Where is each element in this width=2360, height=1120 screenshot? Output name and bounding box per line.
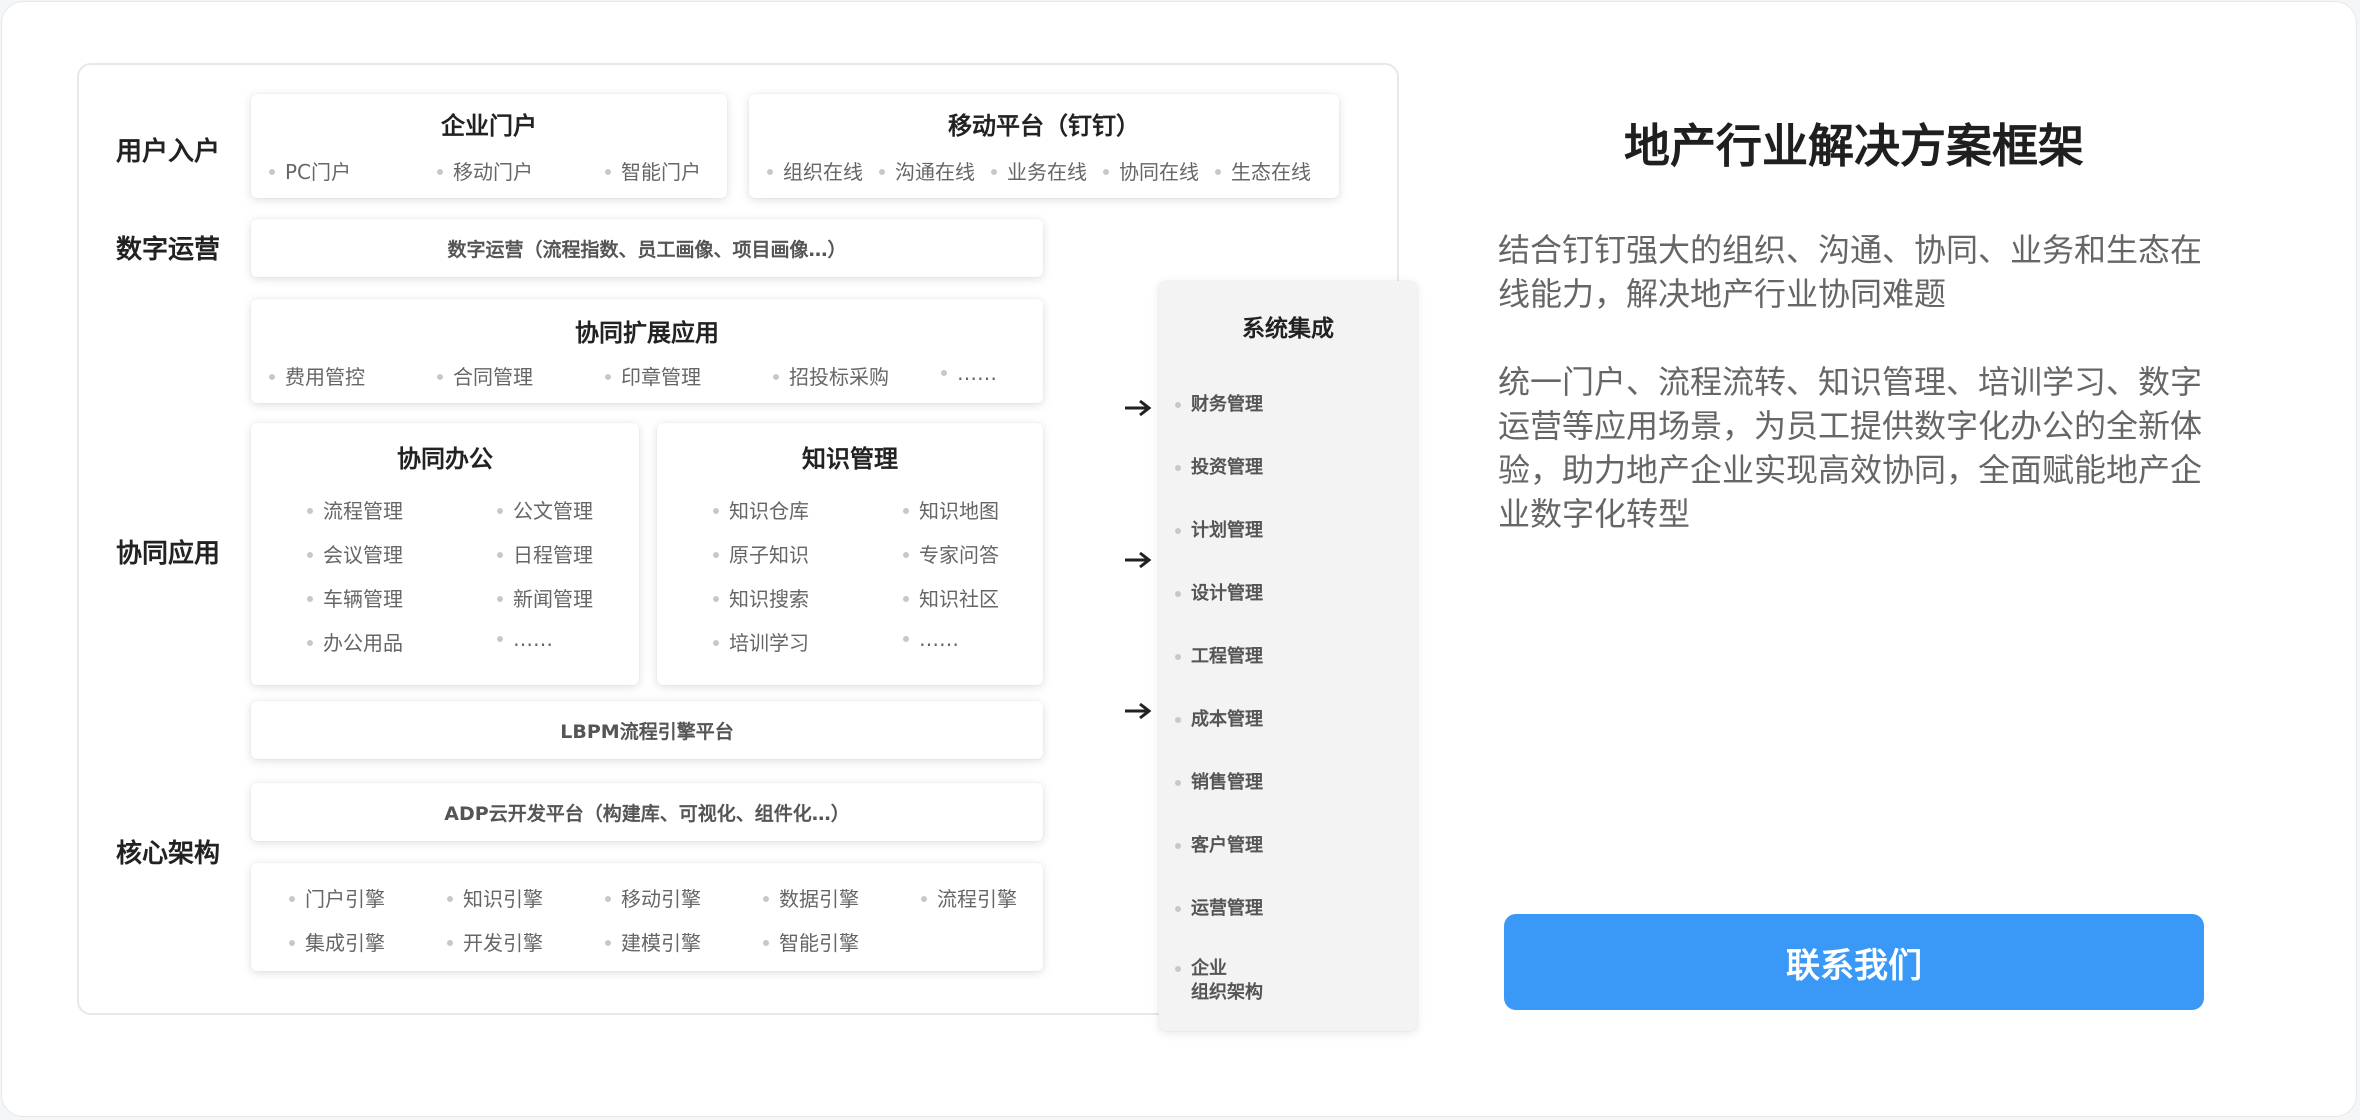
integration-item: 工程管理 [1175,645,1263,669]
engine-item: 移动引擎 [605,883,701,912]
collab-ext-title: 协同扩展应用 [575,319,719,347]
collab-ext-item: …… [941,361,997,385]
engine-item: 知识引擎 [447,883,543,912]
mobile-platform-box: 移动平台（钉钉） 组织在线 沟通在线 业务在线 协同在线 生态在线 [749,94,1339,198]
office-item: …… [497,627,553,651]
integration-item: 投资管理 [1175,456,1263,480]
integration-item: 销售管理 [1175,771,1263,795]
description-paragraph-1: 结合钉钉强大的组织、沟通、协同、业务和生态在线能力，解决地产行业协同难题 [1498,231,2203,313]
lbpm-text: LBPM流程引擎平台 [560,720,734,743]
digital-ops-box: 数字运营（流程指数、员工画像、项目画像…） [251,219,1043,277]
integration-item: 计划管理 [1175,519,1263,543]
mobile-item: 生态在线 [1215,156,1311,185]
office-item: 会议管理 [307,539,403,568]
framework-diagram: 用户入户 数字运营 协同应用 核心架构 企业门户 PC门户 移动门户 智能门户 … [77,63,1417,1031]
integration-item: 成本管理 [1175,708,1263,732]
knowledge-item: 知识仓库 [713,495,809,524]
enterprise-portal-box: 企业门户 PC门户 移动门户 智能门户 [251,94,727,198]
contact-us-button[interactable]: 联系我们 [1504,914,2204,1010]
knowledge-item: …… [903,627,959,651]
arrow-right-icon [1125,702,1152,720]
engines-box: 门户引擎 知识引擎 移动引擎 数据引擎 流程引擎 集成引擎 开发引擎 建模引擎 … [251,863,1043,971]
collab-office-box: 协同办公 流程管理 公文管理 会议管理 日程管理 车辆管理 新闻管理 办公用品 … [251,423,639,685]
portal-item: PC门户 [269,156,351,185]
office-item: 办公用品 [307,627,403,656]
integration-item: 财务管理 [1175,393,1263,417]
mobile-platform-title: 移动平台（钉钉） [948,112,1140,140]
mobile-item: 协同在线 [1103,156,1199,185]
office-item: 车辆管理 [307,583,403,612]
row-label-user-entry: 用户入户 [116,137,221,167]
integration-item: 设计管理 [1175,582,1263,606]
knowledge-item: 专家问答 [903,539,999,568]
knowledge-item: 知识搜索 [713,583,809,612]
engine-item: 建模引擎 [605,927,701,956]
collab-ext-box: 协同扩展应用 费用管控 合同管理 印章管理 招投标采购 …… [251,299,1043,403]
integration-item: 运营管理 [1175,897,1263,921]
mobile-item: 沟通在线 [879,156,975,185]
portal-item: 移动门户 [437,156,533,185]
engine-item: 开发引擎 [447,927,543,956]
collab-ext-item: 合同管理 [437,361,533,390]
knowledge-mgmt-title: 知识管理 [802,445,898,473]
digital-ops-text: 数字运营（流程指数、员工画像、项目画像…） [447,238,847,261]
integration-item: 企业 组织架构 [1175,957,1263,1005]
collab-ext-item: 印章管理 [605,361,701,390]
office-item: 日程管理 [497,539,593,568]
engine-item: 流程引擎 [921,883,1017,912]
knowledge-item: 培训学习 [713,627,809,656]
description-paragraph-2: 统一门户、流程流转、知识管理、培训学习、数字运营等应用场景，为员工提供数字化办公… [1498,363,2203,533]
portal-item: 智能门户 [605,156,701,185]
row-label-collab-apps: 协同应用 [116,539,221,569]
mobile-item: 业务在线 [991,156,1087,185]
enterprise-portal-title: 企业门户 [441,112,537,140]
collab-office-title: 协同办公 [397,445,493,473]
row-label-digital-ops: 数字运营 [116,235,221,265]
office-item: 公文管理 [497,495,593,524]
engine-item: 集成引擎 [289,927,385,956]
knowledge-item: 原子知识 [713,539,809,568]
engine-item: 数据引擎 [763,883,859,912]
knowledge-item: 知识地图 [903,495,999,524]
system-integration-title: 系统集成 [1242,316,1334,342]
knowledge-mgmt-box: 知识管理 知识仓库 知识地图 原子知识 专家问答 知识搜索 知识社区 培训学习 … [657,423,1043,685]
arrow-right-icon [1125,551,1152,569]
office-item: 流程管理 [307,495,403,524]
knowledge-item: 知识社区 [903,583,999,612]
engine-item: 智能引擎 [763,927,859,956]
adp-box: ADP云开发平台（构建库、可视化、组件化…） [251,783,1043,841]
arrow-right-icon [1125,399,1152,417]
adp-text: ADP云开发平台（构建库、可视化、组件化…） [444,802,850,825]
office-item: 新闻管理 [497,583,593,612]
mobile-item: 组织在线 [767,156,863,185]
integration-item: 客户管理 [1175,834,1263,858]
system-integration-panel: 系统集成 财务管理 投资管理 计划管理 设计管理 工程管理 成本管理 销售管理 … [1159,281,1417,1031]
row-label-core-arch: 核心架构 [116,839,221,869]
page-card: 用户入户 数字运营 协同应用 核心架构 企业门户 PC门户 移动门户 智能门户 … [1,1,2357,1117]
page-title: 地产行业解决方案框架 [1624,119,2084,173]
lbpm-box: LBPM流程引擎平台 [251,701,1043,759]
engine-item: 门户引擎 [289,883,385,912]
collab-ext-item: 费用管控 [269,361,365,390]
collab-ext-item: 招投标采购 [773,361,889,390]
